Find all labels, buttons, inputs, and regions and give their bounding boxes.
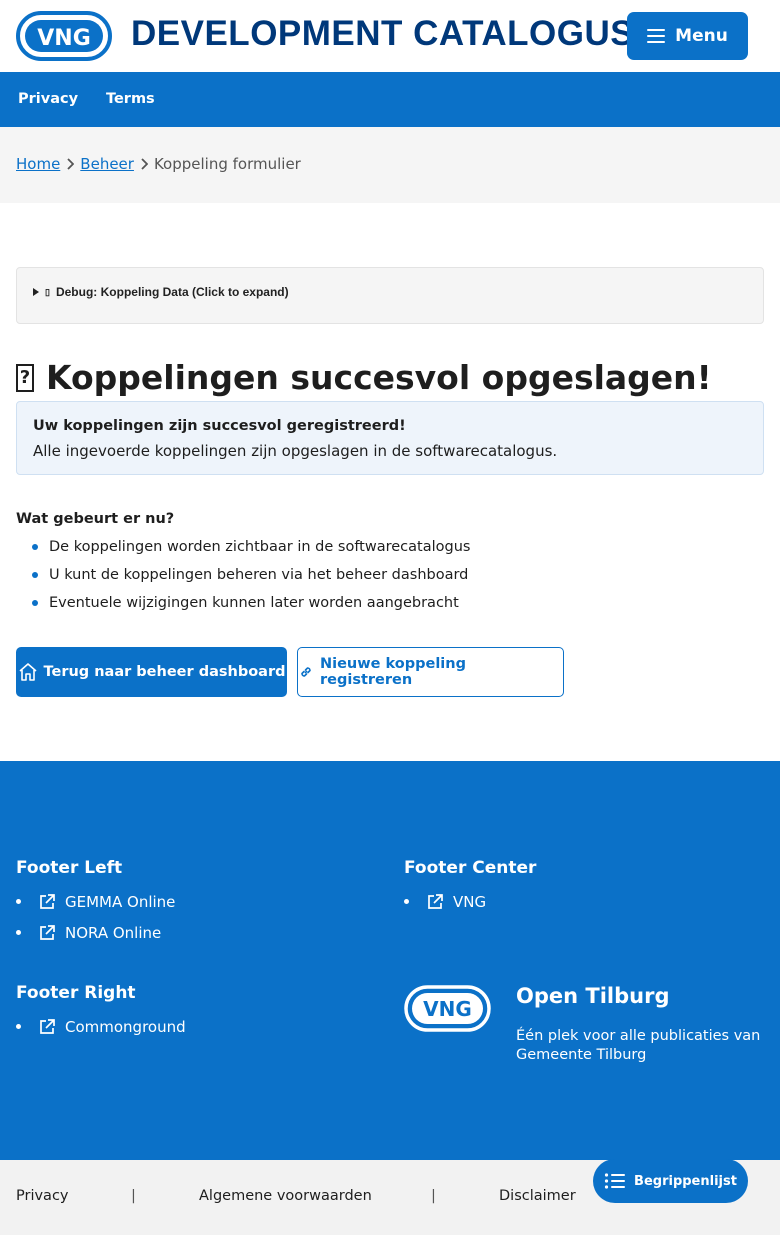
- link-icon: [301, 667, 311, 677]
- new-koppeling-label: Nieuwe koppeling registreren: [319, 656, 466, 688]
- bottom-link-algemene-voorwaarden[interactable]: Algemene voorwaarden: [199, 1188, 372, 1204]
- separator: |: [431, 1188, 436, 1204]
- list-item: U kunt de koppelingen beheren via het be…: [32, 565, 470, 593]
- footer-left-list: GEMMA Online NORA Online: [16, 886, 175, 948]
- list-item: De koppelingen worden zichtbaar in de so…: [32, 537, 470, 565]
- external-link-icon: [40, 924, 55, 940]
- heading-icon: ?: [16, 363, 34, 392]
- footer-link-gemma[interactable]: GEMMA Online: [16, 886, 175, 917]
- debug-summary[interactable]: ▯ Debug: Koppeling Data (Click to expand…: [33, 285, 289, 299]
- footer-link-label: VNG: [453, 892, 487, 911]
- footer-link-label: GEMMA Online: [65, 892, 176, 911]
- external-link-icon: [40, 893, 55, 909]
- breadcrumb: Home Beheer Koppeling formulier: [16, 155, 301, 173]
- home-icon: [18, 663, 37, 681]
- footer-center-title: Footer Center: [404, 858, 537, 878]
- debug-glyph-icon: ▯: [45, 286, 50, 297]
- nav-item-privacy[interactable]: Privacy: [18, 91, 78, 107]
- separator: |: [131, 1188, 136, 1204]
- begrippenlijst-button[interactable]: Begrippenlijst: [593, 1159, 748, 1203]
- footer-link-label: Commonground: [65, 1017, 186, 1036]
- top-navigation: Privacy Terms: [0, 72, 780, 127]
- external-link-icon: [40, 1018, 55, 1034]
- next-steps-list: De koppelingen worden zichtbaar in de so…: [32, 537, 470, 621]
- hamburger-icon: [647, 29, 666, 43]
- menu-button[interactable]: Menu: [627, 12, 748, 60]
- footer-link-vng[interactable]: VNG: [404, 886, 486, 917]
- bottom-link-privacy[interactable]: Privacy: [16, 1188, 69, 1204]
- site-footer: Footer Left GEMMA Online NORA Online Foo…: [0, 761, 780, 1160]
- debug-details[interactable]: ▯ Debug: Koppeling Data (Click to expand…: [16, 267, 764, 324]
- footer-right-title: Footer Right: [16, 983, 136, 1003]
- breadcrumb-home[interactable]: Home: [16, 155, 60, 173]
- breadcrumb-current: Koppeling formulier: [153, 155, 301, 173]
- external-link-icon: [428, 893, 443, 909]
- chevron-right-icon: [134, 156, 154, 172]
- breadcrumb-bar: Home Beheer Koppeling formulier: [0, 127, 780, 203]
- footer-left-title: Footer Left: [16, 858, 123, 878]
- footer-link-commonground[interactable]: Commonground: [16, 1011, 186, 1042]
- footer-org-name: Open Tilburg: [516, 984, 670, 1008]
- alert-text: Alle ingevoerde koppelingen zijn opgesla…: [33, 442, 558, 460]
- alert-title: Uw koppelingen zijn succesvol geregistre…: [33, 418, 406, 434]
- page-title-text: Koppelingen succesvol opgeslagen!: [46, 358, 712, 397]
- list-item: Eventuele wijzigingen kunnen later worde…: [32, 593, 470, 621]
- chevron-right-icon: [60, 156, 80, 172]
- footer-right-list: Commonground: [16, 1011, 186, 1042]
- logo-text: VNG: [37, 26, 91, 51]
- footer-logo-text: VNG: [423, 997, 472, 1021]
- back-to-dashboard-label: Terug naar beheer dashboard: [43, 664, 286, 680]
- success-alert: Uw koppelingen zijn succesvol geregistre…: [16, 401, 764, 475]
- begrippenlijst-label: Begrippenlijst: [634, 1173, 737, 1189]
- next-steps-title: Wat gebeurt er nu?: [16, 511, 175, 527]
- bottom-link-disclaimer[interactable]: Disclaimer: [499, 1188, 576, 1204]
- list-icon: [604, 1173, 626, 1189]
- page-title: ? Koppelingen succesvol opgeslagen!: [16, 358, 712, 397]
- site-title: DEVELOPMENT CATALOGUS: [131, 14, 635, 53]
- footer-link-nora[interactable]: NORA Online: [16, 917, 175, 948]
- expand-triangle-icon: [33, 288, 39, 296]
- vng-logo[interactable]: VNG: [16, 11, 112, 61]
- footer-org-description: Één plek voor alle publicaties van Gemee…: [516, 1028, 761, 1063]
- new-koppeling-button[interactable]: Nieuwe koppeling registreren: [297, 647, 564, 697]
- nav-item-terms[interactable]: Terms: [106, 91, 155, 107]
- breadcrumb-beheer[interactable]: Beheer: [80, 155, 134, 173]
- back-to-dashboard-button[interactable]: Terug naar beheer dashboard: [16, 647, 287, 697]
- menu-label: Menu: [675, 26, 728, 46]
- site-header: VNG DEVELOPMENT CATALOGUS Menu: [0, 0, 780, 72]
- footer-vng-logo[interactable]: VNG: [404, 985, 491, 1032]
- debug-summary-label: Debug: Koppeling Data (Click to expand): [55, 285, 289, 299]
- footer-center-list: VNG: [404, 886, 486, 917]
- footer-link-label: NORA Online: [65, 923, 162, 942]
